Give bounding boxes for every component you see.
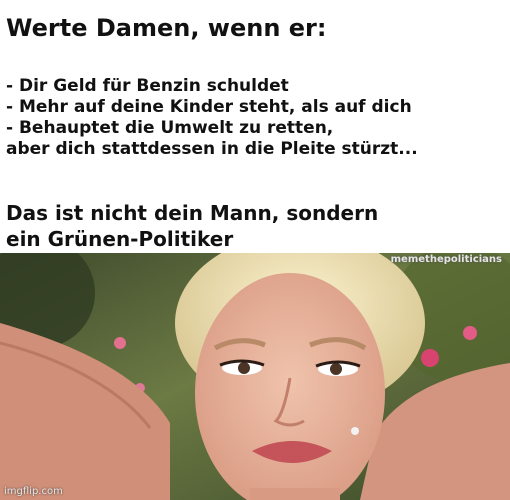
meme-line: - Dir Geld für Benzin schuldet	[6, 76, 289, 96]
punchline-line: ein Grünen-Politiker	[6, 227, 234, 251]
photo-watermark: memethepoliticians	[390, 254, 502, 265]
meme-punchline: Das ist nicht dein Mann, sondern ein Grü…	[6, 200, 378, 252]
woman-crying-photo	[0, 253, 510, 500]
meme-line: - Behauptet die Umwelt zu retten,	[6, 118, 334, 138]
meme-line: aber dich stattdessen in die Pleite stür…	[6, 139, 418, 159]
imgflip-watermark: imgflip.com	[4, 486, 63, 497]
meme-photo: memethepoliticians imgflip.com	[0, 253, 510, 500]
meme-title: Werte Damen, wenn er:	[6, 14, 327, 42]
meme-line: - Mehr auf deine Kinder steht, als auf d…	[6, 97, 412, 117]
meme-list: - Dir Geld für Benzin schuldet - Mehr au…	[6, 76, 418, 160]
punchline-line: Das ist nicht dein Mann, sondern	[6, 201, 379, 225]
